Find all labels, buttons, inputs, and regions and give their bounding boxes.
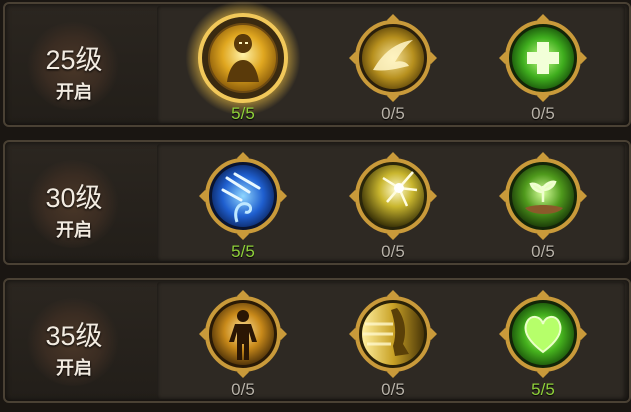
level-label: 35级 [45, 321, 103, 351]
level-label: 25级 [45, 45, 103, 75]
unlock-label: 开启 [56, 220, 92, 240]
skill-slot[interactable]: 0/5 [193, 284, 293, 404]
golden-light-burst-icon[interactable] [347, 150, 439, 242]
skill-slot-panel: 5/5 0/5 0/5 [157, 144, 625, 261]
skill-progress: 0/5 [531, 242, 555, 261]
unlock-label: 开启 [56, 358, 92, 378]
skill-progress: 0/5 [381, 104, 405, 123]
level-badge: 25级 开启 [5, 4, 153, 125]
skill-slot[interactable]: 0/5 [343, 8, 443, 128]
skill-row-25: 25级 开启 5/5 0/5 0/5 [3, 0, 631, 127]
skill-unlock-panel: 25级 开启 5/5 0/5 0/5 30级 开启 5/5 0/5 0/5 35… [0, 0, 631, 412]
skill-slot[interactable]: 0/5 [493, 146, 593, 266]
skill-progress: 0/5 [531, 104, 555, 123]
skill-slot-panel: 5/5 0/5 0/5 [157, 0, 625, 123]
green-sprout-hand-icon[interactable] [497, 150, 589, 242]
level-label: 30级 [45, 183, 103, 213]
skill-slot[interactable]: 0/5 [343, 146, 443, 266]
level-badge: 35级 开启 [5, 280, 153, 401]
glowing-body-figure-icon[interactable] [197, 288, 289, 380]
skill-slot-panel: 0/5 0/5 5/5 [157, 282, 625, 399]
skill-slot[interactable]: 0/5 [493, 8, 593, 128]
skill-row-35: 35级 开启 0/5 0/5 5/5 [3, 278, 631, 403]
unlock-label: 开启 [56, 82, 92, 102]
green-heal-cross-icon[interactable] [497, 12, 589, 104]
golden-aura-figure-icon[interactable] [197, 12, 289, 104]
golden-eagle-wing-icon[interactable] [347, 12, 439, 104]
skill-slot[interactable]: 0/5 [343, 284, 443, 404]
swift-leg-dash-icon[interactable] [347, 288, 439, 380]
skill-row-30: 30级 开启 5/5 0/5 0/5 [3, 140, 631, 265]
skill-progress: 5/5 [231, 104, 255, 123]
skill-progress: 5/5 [531, 380, 555, 399]
level-badge: 30级 开启 [5, 142, 153, 263]
skill-progress: 0/5 [381, 242, 405, 261]
skill-progress: 5/5 [231, 242, 255, 261]
skill-progress: 0/5 [381, 380, 405, 399]
blue-meteor-staff-icon[interactable] [197, 150, 289, 242]
skill-slot[interactable]: 5/5 [493, 284, 593, 404]
skill-slot[interactable]: 5/5 [185, 0, 301, 128]
skill-slot[interactable]: 5/5 [193, 146, 293, 266]
skill-progress: 0/5 [231, 380, 255, 399]
green-heart-icon[interactable] [497, 288, 589, 380]
